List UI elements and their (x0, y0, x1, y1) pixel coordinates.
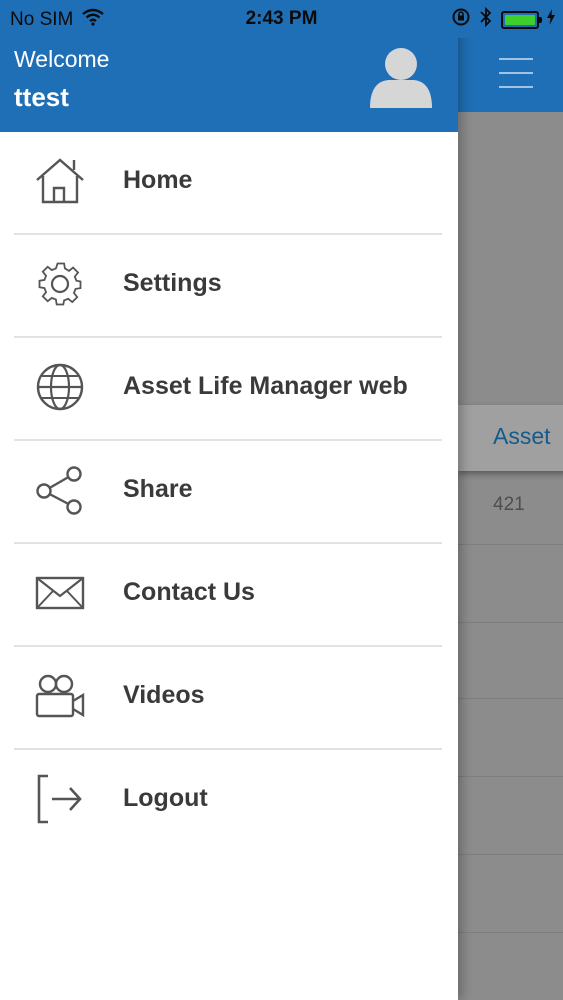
hamburger-menu-icon[interactable] (499, 58, 533, 88)
background-value: 421 (493, 494, 525, 515)
logout-icon (34, 774, 86, 824)
background-asset-label: Asset (493, 423, 551, 449)
drawer-header: Welcome ttest (0, 38, 458, 132)
background-row-divider (458, 932, 563, 933)
menu-item-share[interactable]: Share (0, 441, 458, 544)
menu-item-videos[interactable]: Videos (0, 647, 458, 750)
bluetooth-icon (479, 6, 493, 33)
menu-item-logout[interactable]: Logout (0, 750, 458, 853)
background-row-divider (458, 698, 563, 699)
video-camera-icon (34, 671, 86, 721)
menu-item-label: Share (123, 475, 193, 503)
globe-icon (34, 362, 86, 412)
menu-item-label: Contact Us (123, 578, 255, 606)
background-row-divider (458, 544, 563, 545)
menu-item-web[interactable]: Asset Life Manager web (0, 338, 458, 441)
menu-item-contact-us[interactable]: Contact Us (0, 544, 458, 647)
share-icon (34, 465, 86, 515)
background-row-divider (458, 622, 563, 623)
envelope-icon (34, 568, 86, 618)
menu-item-label: Asset Life Manager web (123, 372, 408, 400)
orientation-lock-icon (451, 7, 471, 33)
background-row-divider (458, 776, 563, 777)
status-bar: No SIM 2:43 PM (0, 0, 563, 38)
status-right (451, 6, 555, 33)
gear-icon (34, 259, 86, 309)
background-row-divider (458, 854, 563, 855)
menu-item-home[interactable]: Home (0, 132, 458, 235)
menu-item-label: Logout (123, 784, 208, 812)
welcome-label: Welcome (14, 46, 110, 72)
menu-item-label: Videos (123, 681, 205, 709)
charging-icon (547, 9, 555, 31)
menu-item-label: Home (123, 166, 193, 194)
home-icon (34, 156, 86, 206)
battery-fill (505, 15, 535, 25)
menu-item-settings[interactable]: Settings (0, 235, 458, 338)
battery-icon (501, 11, 542, 29)
navigation-drawer: Welcome ttest Home Settings Asset Life M… (0, 0, 458, 1000)
user-avatar-icon[interactable] (368, 44, 434, 110)
menu-item-label: Settings (123, 269, 222, 297)
username-label: ttest (14, 82, 69, 112)
drawer-menu: Home Settings Asset Life Manager web Sha… (0, 132, 458, 853)
